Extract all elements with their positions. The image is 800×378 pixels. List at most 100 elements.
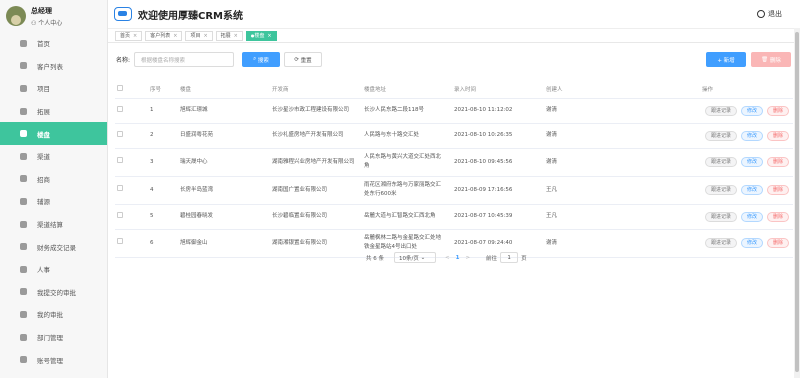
page-unit: 页 bbox=[521, 255, 527, 262]
prev-page-button[interactable]: < bbox=[445, 255, 450, 261]
scrollbar-thumb[interactable] bbox=[795, 32, 799, 372]
edit-button[interactable]: 修改 bbox=[740, 157, 763, 167]
close-icon[interactable]: × bbox=[173, 33, 177, 39]
follow-record-button[interactable]: 跟进记录 bbox=[704, 238, 737, 248]
table-row[interactable]: 1 旭辉汇璟城 长沙星沙市政工程建设有限公司 长沙人民东路二段118号 2021-08-… bbox=[115, 98, 793, 124]
menu-icon bbox=[20, 130, 27, 138]
cell-addr: 岳麓大道与汇智路交汇西北角 bbox=[362, 204, 452, 230]
menu-icon bbox=[20, 356, 27, 364]
close-icon[interactable]: × bbox=[133, 33, 137, 39]
edit-button[interactable]: 修改 bbox=[740, 185, 763, 195]
close-icon[interactable]: × bbox=[234, 33, 238, 39]
reset-button[interactable]: ⟳ 重置 bbox=[284, 52, 322, 67]
menu-icon bbox=[20, 107, 27, 115]
sidebar-item[interactable]: 渠道 bbox=[0, 145, 107, 168]
table-row[interactable]: 4 长房半岛蓝湾 湖南国广置业有限公司 雨花区湘府东路与万家丽路交汇处东行600米 20… bbox=[115, 176, 793, 205]
add-button[interactable]: + 新增 bbox=[706, 52, 746, 67]
avatar[interactable] bbox=[6, 6, 26, 26]
sidebar-item[interactable]: 客户列表 bbox=[0, 55, 107, 78]
col-header: 开发商 bbox=[270, 81, 362, 99]
pagination: 共 6 条 10条/页 ⌄ < 1 > 前往 1 页 bbox=[366, 252, 527, 263]
tab[interactable]: 客户列表 × bbox=[145, 30, 183, 41]
row-checkbox[interactable] bbox=[117, 157, 123, 163]
main-content: 名称: 根据楼盘名称搜索 ⌕ 搜索 ⟳ 重置 + 新增 🗑 删除 序号 楼盘 开… bbox=[108, 43, 800, 378]
tab[interactable]: 项目 × bbox=[185, 30, 213, 41]
follow-record-button[interactable]: 跟进记录 bbox=[704, 105, 737, 116]
tab[interactable]: ● 楼盘 × bbox=[245, 30, 277, 41]
sidebar-item[interactable]: 我提交的审批 bbox=[0, 281, 107, 304]
col-header: 录入时间 bbox=[452, 81, 544, 99]
edit-button[interactable]: 修改 bbox=[740, 238, 763, 248]
search-button[interactable]: ⌕ 搜索 bbox=[242, 52, 280, 67]
cell-name: 瑞天晟中心 bbox=[178, 148, 270, 177]
follow-record-button[interactable]: 跟进记录 bbox=[704, 157, 737, 167]
follow-record-button[interactable]: 跟进记录 bbox=[704, 211, 737, 222]
edit-button[interactable]: 修改 bbox=[740, 105, 763, 116]
delete-row-button[interactable]: 删除 bbox=[766, 185, 789, 195]
tab[interactable]: 拓展 × bbox=[215, 30, 243, 41]
close-icon[interactable]: × bbox=[203, 33, 207, 39]
search-input[interactable]: 根据楼盘名称搜索 bbox=[134, 52, 235, 67]
logout-button[interactable]: 退出 bbox=[757, 9, 782, 19]
profile[interactable]: 总经理 ⚇ 个人中心 bbox=[0, 0, 107, 32]
sidebar-item[interactable]: 拓展 bbox=[0, 100, 107, 123]
logo bbox=[114, 7, 132, 21]
col-header: 序号 bbox=[148, 81, 178, 99]
menu-icon bbox=[20, 333, 27, 341]
sidebar-item[interactable]: 渠道结算 bbox=[0, 213, 107, 236]
row-checkbox[interactable] bbox=[117, 211, 123, 218]
close-icon[interactable]: × bbox=[267, 33, 271, 39]
delete-row-button[interactable]: 删除 bbox=[766, 105, 789, 116]
sidebar-item[interactable]: 招商 bbox=[0, 168, 107, 191]
edit-button[interactable]: 修改 bbox=[740, 130, 763, 141]
row-checkbox[interactable] bbox=[117, 105, 123, 112]
cell-name: 长房半岛蓝湾 bbox=[178, 176, 270, 205]
table-row[interactable]: 3 瑞天晟中心 湖南雅程兴业房地产开发有限公司 人民东路与黄兴大道交汇处西北角 2021… bbox=[115, 148, 793, 177]
sidebar-item[interactable]: 账号管理 bbox=[0, 348, 107, 371]
cell-no: 5 bbox=[148, 204, 178, 230]
sidebar-item[interactable]: 首页 bbox=[0, 32, 107, 55]
tab-label: 楼盘 bbox=[254, 33, 265, 39]
follow-record-button[interactable]: 跟进记录 bbox=[704, 185, 737, 195]
page-number[interactable]: 1 bbox=[456, 255, 460, 261]
row-checkbox[interactable] bbox=[117, 185, 123, 191]
cell-creator: 谢清 bbox=[544, 98, 634, 124]
edit-button[interactable]: 修改 bbox=[740, 211, 763, 222]
cell-time: 2021-08-10 10:26:35 bbox=[452, 123, 544, 149]
cell-dev: 长沙礼盛房地产开发有限公司 bbox=[270, 123, 362, 149]
sidebar-item[interactable]: 我的审批 bbox=[0, 303, 107, 326]
table-header: 序号 楼盘 开发商 楼盘地址 录入时间 创建人 操作 bbox=[115, 81, 793, 99]
power-icon bbox=[757, 10, 765, 18]
sidebar-item[interactable]: 财务成交记录 bbox=[0, 235, 107, 258]
row-checkbox[interactable] bbox=[117, 130, 123, 137]
page-scrollbar[interactable] bbox=[794, 28, 800, 378]
col-header: 楼盘 bbox=[178, 81, 270, 99]
sidebar-item[interactable]: 辅源 bbox=[0, 190, 107, 213]
follow-record-button[interactable]: 跟进记录 bbox=[704, 130, 737, 141]
cell-creator: 谢清 bbox=[544, 229, 634, 258]
delete-row-button[interactable]: 删除 bbox=[766, 157, 789, 167]
delete-button[interactable]: 🗑 删除 bbox=[751, 52, 791, 67]
delete-row-button[interactable]: 删除 bbox=[766, 211, 789, 222]
cell-no: 2 bbox=[148, 123, 178, 149]
goto-page-input[interactable]: 1 bbox=[500, 252, 519, 263]
next-page-button[interactable]: > bbox=[465, 255, 470, 261]
header: 欢迎使用厚臻CRM系统 退出 bbox=[108, 0, 800, 28]
profile-link[interactable]: ⚇ 个人中心 bbox=[31, 18, 62, 27]
row-checkbox[interactable] bbox=[117, 238, 123, 244]
sidebar-item[interactable]: 项目 bbox=[0, 77, 107, 100]
sidebar-item[interactable]: 部门管理 bbox=[0, 326, 107, 349]
sidebar-item[interactable]: 楼盘 bbox=[0, 122, 107, 145]
select-all-checkbox[interactable] bbox=[117, 85, 123, 92]
table-row[interactable]: 2 日盛润粤花苑 长沙礼盛房地产开发有限公司 人民路与东十路交汇处 2021-08-10… bbox=[115, 123, 793, 149]
cell-no: 4 bbox=[148, 176, 178, 205]
sidebar-item-label: 我的审批 bbox=[37, 311, 63, 320]
tab[interactable]: 首页 × bbox=[115, 30, 143, 41]
sidebar-item[interactable]: 人事 bbox=[0, 258, 107, 281]
delete-row-button[interactable]: 删除 bbox=[766, 130, 789, 141]
delete-row-button[interactable]: 删除 bbox=[766, 238, 789, 248]
sidebar-item-label: 首页 bbox=[37, 40, 50, 49]
table-row[interactable]: 5 碧桂园春晓发 长沙碧临置业有限公司 岳麓大道与汇智路交汇西北角 2021-08-07… bbox=[115, 204, 793, 230]
cell-dev: 长沙碧临置业有限公司 bbox=[270, 204, 362, 230]
page-size-select[interactable]: 10条/页 ⌄ bbox=[394, 252, 436, 263]
